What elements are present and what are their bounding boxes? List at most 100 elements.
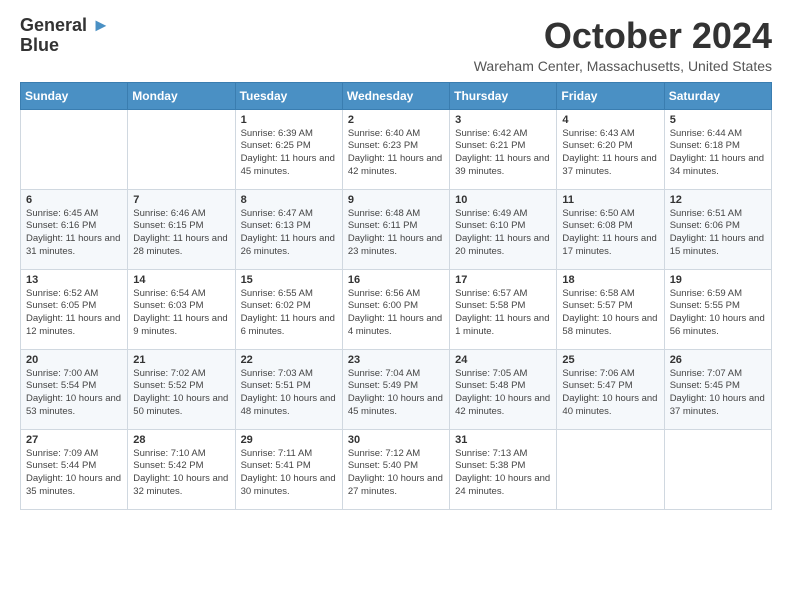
day-number: 9 — [348, 194, 444, 206]
calendar-week-row: 20 Sunrise: 7:00 AM Sunset: 5:54 PM Dayli… — [21, 349, 772, 429]
calendar-day-cell: 25 Sunrise: 7:06 AM Sunset: 5:47 PM Dayli… — [557, 349, 664, 429]
day-info: Sunrise: 6:56 AM Sunset: 6:00 PM Dayligh… — [348, 288, 444, 339]
calendar-day-cell: 9 Sunrise: 6:48 AM Sunset: 6:11 PM Daylig… — [342, 189, 449, 269]
calendar-day-cell: 21 Sunrise: 7:02 AM Sunset: 5:52 PM Dayli… — [128, 349, 235, 429]
calendar-day-cell: 30 Sunrise: 7:12 AM Sunset: 5:40 PM Dayli… — [342, 429, 449, 509]
calendar-day-cell: 24Sunrise: 7:05 AM Sunset: 5:48 PM Dayli… — [450, 349, 557, 429]
day-number: 31 — [455, 434, 551, 446]
day-number: 23 — [348, 354, 444, 366]
day-number: 10 — [455, 194, 551, 206]
day-info: Sunrise: 6:48 AM Sunset: 6:11 PM Dayligh… — [348, 208, 444, 259]
day-info: Sunrise: 6:54 AM Sunset: 6:03 PM Dayligh… — [133, 288, 229, 339]
calendar-week-row: 13 Sunrise: 6:52 AM Sunset: 6:05 PM Dayli… — [21, 269, 772, 349]
day-number: 16 — [348, 274, 444, 286]
title-block: October 2024 Wareham Center, Massachuset… — [474, 16, 772, 74]
calendar-day-cell: 10 Sunrise: 6:49 AM Sunset: 6:10 PM Dayli… — [450, 189, 557, 269]
logo: General ► Blue — [20, 16, 110, 56]
day-number: 29 — [241, 434, 337, 446]
day-info: Sunrise: 6:52 AM Sunset: 6:05 PM Dayligh… — [26, 288, 122, 339]
calendar-day-cell: 29 Sunrise: 7:11 AM Sunset: 5:41 PM Dayli… — [235, 429, 342, 509]
day-number: 1 — [241, 114, 337, 126]
calendar-day-cell: 26Sunrise: 7:07 AM Sunset: 5:45 PM Dayli… — [664, 349, 771, 429]
calendar-day-cell: 22 Sunrise: 7:03 AM Sunset: 5:51 PM Dayli… — [235, 349, 342, 429]
day-info: Sunrise: 6:51 AM Sunset: 6:06 PM Dayligh… — [670, 208, 766, 259]
calendar-day-cell: 2 Sunrise: 6:40 AM Sunset: 6:23 PM Daylig… — [342, 109, 449, 189]
day-number: 7 — [133, 194, 229, 206]
day-of-week-header: Friday — [557, 82, 664, 109]
calendar-day-cell: 20 Sunrise: 7:00 AM Sunset: 5:54 PM Dayli… — [21, 349, 128, 429]
calendar-day-cell: 4Sunrise: 6:43 AM Sunset: 6:20 PM Daylig… — [557, 109, 664, 189]
day-number: 3 — [455, 114, 551, 126]
day-info: Sunrise: 7:00 AM Sunset: 5:54 PM Dayligh… — [26, 368, 122, 419]
day-number: 6 — [26, 194, 122, 206]
calendar-day-cell: 3 Sunrise: 6:42 AM Sunset: 6:21 PM Daylig… — [450, 109, 557, 189]
day-number: 17 — [455, 274, 551, 286]
day-number: 24 — [455, 354, 551, 366]
calendar-day-cell: 12Sunrise: 6:51 AM Sunset: 6:06 PM Dayli… — [664, 189, 771, 269]
day-number: 22 — [241, 354, 337, 366]
day-of-week-header: Saturday — [664, 82, 771, 109]
calendar-day-cell: 28 Sunrise: 7:10 AM Sunset: 5:42 PM Dayli… — [128, 429, 235, 509]
day-info: Sunrise: 7:04 AM Sunset: 5:49 PM Dayligh… — [348, 368, 444, 419]
day-number: 27 — [26, 434, 122, 446]
day-info: Sunrise: 6:57 AM Sunset: 5:58 PM Dayligh… — [455, 288, 551, 339]
day-number: 28 — [133, 434, 229, 446]
day-number: 14 — [133, 274, 229, 286]
day-number: 8 — [241, 194, 337, 206]
calendar-body: 1 Sunrise: 6:39 AM Sunset: 6:25 PM Daylig… — [21, 109, 772, 509]
day-of-week-header: Wednesday — [342, 82, 449, 109]
day-of-week-header: Tuesday — [235, 82, 342, 109]
calendar-day-cell: 19 Sunrise: 6:59 AM Sunset: 5:55 PM Dayli… — [664, 269, 771, 349]
day-number: 2 — [348, 114, 444, 126]
day-number: 21 — [133, 354, 229, 366]
calendar-day-cell — [21, 109, 128, 189]
day-number: 5 — [670, 114, 766, 126]
day-number: 20 — [26, 354, 122, 366]
calendar-week-row: 27Sunrise: 7:09 AM Sunset: 5:44 PM Dayli… — [21, 429, 772, 509]
logo-blue: Blue — [20, 36, 59, 56]
day-info: Sunrise: 7:11 AM Sunset: 5:41 PM Dayligh… — [241, 448, 337, 499]
calendar-day-cell: 7 Sunrise: 6:46 AM Sunset: 6:15 PM Daylig… — [128, 189, 235, 269]
day-info: Sunrise: 6:39 AM Sunset: 6:25 PM Dayligh… — [241, 128, 337, 179]
calendar-day-cell — [557, 429, 664, 509]
day-of-week-header: Monday — [128, 82, 235, 109]
day-info: Sunrise: 6:42 AM Sunset: 6:21 PM Dayligh… — [455, 128, 551, 179]
calendar-day-cell: 18Sunrise: 6:58 AM Sunset: 5:57 PM Dayli… — [557, 269, 664, 349]
calendar-day-cell: 11 Sunrise: 6:50 AM Sunset: 6:08 PM Dayli… — [557, 189, 664, 269]
day-info: Sunrise: 7:06 AM Sunset: 5:47 PM Dayligh… — [562, 368, 658, 419]
day-info: Sunrise: 6:49 AM Sunset: 6:10 PM Dayligh… — [455, 208, 551, 259]
day-info: Sunrise: 6:40 AM Sunset: 6:23 PM Dayligh… — [348, 128, 444, 179]
calendar-day-cell — [128, 109, 235, 189]
day-info: Sunrise: 6:58 AM Sunset: 5:57 PM Dayligh… — [562, 288, 658, 339]
day-number: 4 — [562, 114, 658, 126]
day-info: Sunrise: 7:03 AM Sunset: 5:51 PM Dayligh… — [241, 368, 337, 419]
calendar-day-cell: 6Sunrise: 6:45 AM Sunset: 6:16 PM Daylig… — [21, 189, 128, 269]
day-info: Sunrise: 7:07 AM Sunset: 5:45 PM Dayligh… — [670, 368, 766, 419]
day-info: Sunrise: 6:59 AM Sunset: 5:55 PM Dayligh… — [670, 288, 766, 339]
day-info: Sunrise: 6:46 AM Sunset: 6:15 PM Dayligh… — [133, 208, 229, 259]
header: General ► Blue October 2024 Wareham Cent… — [20, 16, 772, 74]
day-number: 11 — [562, 194, 658, 206]
calendar-day-cell: 15Sunrise: 6:55 AM Sunset: 6:02 PM Dayli… — [235, 269, 342, 349]
month-title: October 2024 — [474, 16, 772, 56]
day-info: Sunrise: 6:50 AM Sunset: 6:08 PM Dayligh… — [562, 208, 658, 259]
day-number: 25 — [562, 354, 658, 366]
day-info: Sunrise: 7:02 AM Sunset: 5:52 PM Dayligh… — [133, 368, 229, 419]
day-number: 30 — [348, 434, 444, 446]
day-info: Sunrise: 6:44 AM Sunset: 6:18 PM Dayligh… — [670, 128, 766, 179]
day-info: Sunrise: 6:47 AM Sunset: 6:13 PM Dayligh… — [241, 208, 337, 259]
calendar-day-cell: 14 Sunrise: 6:54 AM Sunset: 6:03 PM Dayli… — [128, 269, 235, 349]
day-number: 15 — [241, 274, 337, 286]
day-of-week-header: Thursday — [450, 82, 557, 109]
calendar-day-cell: 5 Sunrise: 6:44 AM Sunset: 6:18 PM Daylig… — [664, 109, 771, 189]
day-number: 19 — [670, 274, 766, 286]
calendar-day-cell: 8 Sunrise: 6:47 AM Sunset: 6:13 PM Daylig… — [235, 189, 342, 269]
day-info: Sunrise: 7:13 AM Sunset: 5:38 PM Dayligh… — [455, 448, 551, 499]
day-number: 13 — [26, 274, 122, 286]
day-info: Sunrise: 7:10 AM Sunset: 5:42 PM Dayligh… — [133, 448, 229, 499]
location-subtitle: Wareham Center, Massachusetts, United St… — [474, 58, 772, 74]
day-info: Sunrise: 7:12 AM Sunset: 5:40 PM Dayligh… — [348, 448, 444, 499]
day-of-week-header: Sunday — [21, 82, 128, 109]
logo-text: General ► — [20, 16, 110, 36]
calendar-day-cell: 1 Sunrise: 6:39 AM Sunset: 6:25 PM Daylig… — [235, 109, 342, 189]
